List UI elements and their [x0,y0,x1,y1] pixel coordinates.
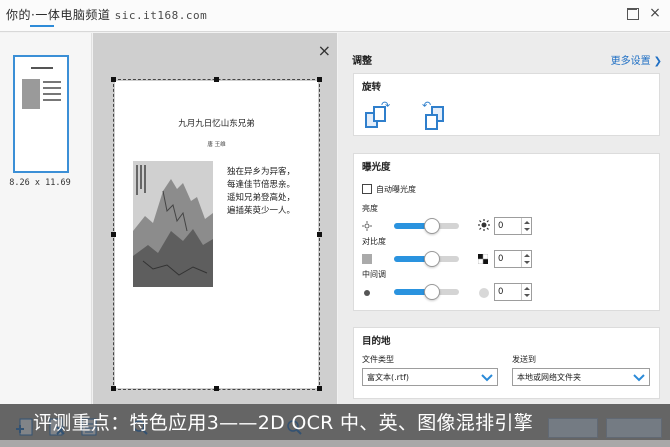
midtone-knob[interactable] [424,284,441,300]
contrast-high-icon [477,253,489,265]
rotate-title: 旋转 [362,82,382,93]
poem-line: 独在异乡为异客， [227,167,296,177]
contrast-low-icon [362,254,372,264]
rotate-section: 旋转 ↷ ↶ [353,73,660,136]
contrast-knob[interactable] [424,251,441,267]
adjust-panel: 调整 更多设置 ❯ 旋转 ↷ ↶ 曝光度 自动曝光度 亮度 0 对比度 0 中间… [338,33,670,418]
crop-handle[interactable] [214,77,219,82]
filetype-select[interactable]: 富文本(.rtf) [362,368,498,386]
chevron-right-icon: ❯ [653,56,662,67]
window-close-button[interactable]: × [648,6,662,20]
restore-icon[interactable] [625,6,639,20]
chevron-down-icon [479,370,495,384]
thumbnail-panel: 8.26 x 11.69 [0,33,92,447]
rotate-left-icon[interactable]: ↷ [362,100,392,132]
more-settings-link[interactable]: 更多设置 ❯ [611,52,662,67]
midtone-label: 中间调 [362,270,386,279]
auto-exposure-label: 自动曝光度 [376,185,416,194]
tab-indicator [30,25,54,27]
sendto-select[interactable]: 本地或网络文件夹 [512,368,650,386]
poem-author: 唐 王维 [207,142,226,148]
chevron-down-icon [631,370,647,384]
caption-text: 评测重点：特色应用3——2D OCR 中、英、图像混排引擎 [33,412,534,434]
sendto-label: 发送到 [512,355,536,364]
contrast-stepper[interactable]: 0 [494,250,532,268]
sun-dim-icon [362,221,372,231]
preview-close-icon[interactable]: × [318,43,331,59]
crop-handle[interactable] [317,232,322,237]
midtone-stepper[interactable]: 0 [494,283,532,301]
watermark-channel: 你的·一体电脑频道 [6,8,111,22]
filetype-label: 文件类型 [362,355,394,364]
poem-line: 遍插茱萸少一人。 [227,206,296,216]
page-size-label: 8.26 x 11.69 [9,178,71,188]
crop-handle[interactable] [111,386,116,391]
poem-line: 每逢佳节倍思亲。 [227,180,296,190]
page-thumbnail[interactable] [13,55,69,173]
rotate-right-icon[interactable]: ↶ [420,100,450,132]
title-bar: 你的·一体电脑频道 sic.it168.com × [0,0,670,32]
contrast-label: 对比度 [362,237,386,246]
crop-handle[interactable] [111,232,116,237]
watermark: 你的·一体电脑频道 sic.it168.com [6,6,207,23]
poem-title: 九月九日忆山东兄弟 [178,119,255,129]
landscape-painting [133,161,213,287]
midtone-light-icon [478,287,489,298]
exposure-section: 曝光度 自动曝光度 亮度 0 对比度 0 中间调 0 [353,153,660,311]
midtone-dark-icon [362,288,372,298]
destination-section: 目的地 文件类型 富文本(.rtf) 发送到 本地或网络文件夹 [353,327,660,399]
crop-handle[interactable] [317,386,322,391]
scan-preview: × 九月九日忆山东兄弟 唐 王维 独在异乡为异客， 每逢佳节倍思亲。 遥知兄弟登… [93,33,337,418]
brightness-stepper[interactable]: 0 [494,217,532,235]
auto-exposure-checkbox[interactable] [362,184,372,194]
scanned-page: 九月九日忆山东兄弟 唐 王维 独在异乡为异客， 每逢佳节倍思亲。 遥知兄弟登高处… [111,77,322,391]
destination-title: 目的地 [362,336,391,347]
panel-title: 调整 [352,56,372,67]
exposure-title: 曝光度 [362,162,391,173]
sun-bright-icon [478,219,490,231]
watermark-site: sic.it168.com [114,9,208,22]
crop-handle[interactable] [111,77,116,82]
brightness-label: 亮度 [362,204,378,213]
brightness-knob[interactable] [424,218,441,234]
crop-handle[interactable] [317,77,322,82]
poem-line: 遥知兄弟登高处， [227,193,296,203]
crop-handle[interactable] [214,386,219,391]
